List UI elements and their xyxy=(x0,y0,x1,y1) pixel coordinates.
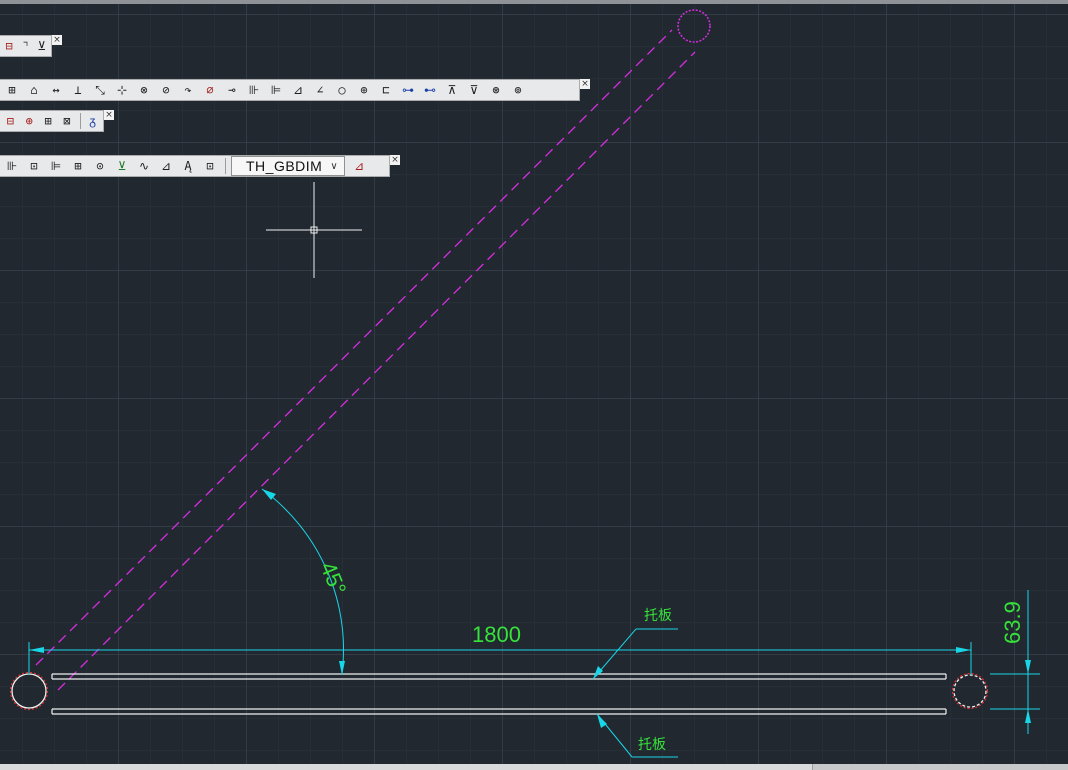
toolbar-3-button-2[interactable]: ⊕ xyxy=(21,112,38,130)
toolbar-3: ⊟ ⊕ ⊞ ⊠ ᵹ × xyxy=(0,110,114,132)
leader-bottom-text: 托板 xyxy=(638,737,666,753)
toolbar-4-button-11[interactable]: ⊿ xyxy=(349,157,369,175)
chevron-down-icon[interactable]: ∨ xyxy=(330,161,338,172)
left-end-circle[interactable] xyxy=(9,671,49,711)
toolbar-3-button-1[interactable]: ⊟ xyxy=(2,112,19,130)
toolbar-2-button-2[interactable]: ⌂ xyxy=(24,81,44,99)
toolbar-2-button-12[interactable]: ⊪ xyxy=(244,81,264,99)
crosshair-cursor xyxy=(266,182,362,278)
toolbar-3-button-4[interactable]: ⊠ xyxy=(58,112,75,130)
diagonal-pipe[interactable] xyxy=(35,29,696,691)
angle-dimension-text: 45° xyxy=(315,558,351,598)
support-plate[interactable] xyxy=(51,673,947,715)
toolbar-2-button-16[interactable]: ○ xyxy=(332,81,352,99)
toolbar-2-button-14[interactable]: ⊿ xyxy=(288,81,308,99)
diagonal-pipe-edge-lower[interactable] xyxy=(57,51,696,691)
toolbar-2-button-23[interactable]: ⊛ xyxy=(486,81,506,99)
toolbar-2-button-24[interactable]: ⊚ xyxy=(508,81,528,99)
dim-style-select-value: TH_GBDIM xyxy=(246,158,323,174)
toolbar-2-button-20[interactable]: ⊷ xyxy=(420,81,440,99)
toolbar-3-separator xyxy=(80,113,82,129)
toolbar-4-button-8[interactable]: ⊿ xyxy=(156,157,176,175)
toolbar-2-button-10[interactable]: ⌀ xyxy=(200,81,220,99)
toolbar-4-close-icon[interactable]: × xyxy=(390,155,400,165)
leader-top[interactable] xyxy=(592,628,678,680)
toolbar-2-button-17[interactable]: ⊕ xyxy=(354,81,374,99)
toolbar-1-button-2[interactable]: ⌝ xyxy=(18,37,32,55)
length-dimension-text: 1800 xyxy=(472,622,521,647)
leader-top-text: 托板 xyxy=(644,608,672,624)
toolbar-2: ⊞ ⌂ ↔ ⊥ ⤡ ⊹ ⊗ ⊘ ↷ ⌀ ⊸ ⊪ ⊫ ⊿ ∠ ○ ⊕ ⊏ ⊶ ⊷ … xyxy=(0,79,590,101)
toolbar-2-button-13[interactable]: ⊫ xyxy=(266,81,286,99)
toolbar-2-button-11[interactable]: ⊸ xyxy=(222,81,242,99)
dim-style-select[interactable]: TH_GBDIM ∨ xyxy=(231,156,346,176)
diagonal-pipe-edge-upper[interactable] xyxy=(35,29,673,666)
toolbar-2-button-15[interactable]: ∠ xyxy=(310,81,330,99)
toolbar-2-button-5[interactable]: ⤡ xyxy=(90,81,110,99)
toolbar-4-button-4[interactable]: ⊞ xyxy=(68,157,88,175)
toolbar-2-button-22[interactable]: ⊽ xyxy=(464,81,484,99)
toolbar-3-close-icon[interactable]: × xyxy=(104,110,114,120)
toolbar-4-button-5[interactable]: ⊙ xyxy=(90,157,110,175)
toolbar-4-separator xyxy=(225,158,226,174)
toolbar-4-button-6[interactable]: ⊻ xyxy=(112,157,132,175)
toolbar-2-button-4[interactable]: ⊥ xyxy=(68,81,88,99)
toolbar-4-button-1[interactable]: ⊪ xyxy=(2,157,22,175)
toolbar-1-button-1[interactable]: ⊟ xyxy=(2,37,16,55)
toolbar-2-button-7[interactable]: ⊗ xyxy=(134,81,154,99)
toolbar-2-button-21[interactable]: ⊼ xyxy=(442,81,462,99)
toolbar-2-button-18[interactable]: ⊏ xyxy=(376,81,396,99)
toolbar-4-button-3[interactable]: ⊫ xyxy=(46,157,66,175)
toolbar-2-button-1[interactable]: ⊞ xyxy=(2,81,22,99)
toolbar-2-button-8[interactable]: ⊘ xyxy=(156,81,176,99)
toolbar-2-button-6[interactable]: ⊹ xyxy=(112,81,132,99)
toolbar-4-button-2[interactable]: ⊡ xyxy=(24,157,44,175)
width-dimension-text: 63.9 xyxy=(1000,601,1025,644)
toolbar-4-button-10[interactable]: ⊡ xyxy=(200,157,220,175)
toolbar-1: ⊟ ⌝ ⊻ × xyxy=(0,35,62,57)
right-end-circle[interactable] xyxy=(951,672,989,710)
toolbar-1-close-icon[interactable]: × xyxy=(52,35,62,45)
toolbar-4-button-9[interactable]: Ą xyxy=(178,157,198,175)
cad-drawing[interactable]: 1800 63.9 45° 托板 托板 xyxy=(0,0,1068,770)
toolbar-2-button-3[interactable]: ↔ xyxy=(46,81,66,99)
toolbar-4-button-7[interactable]: ∿ xyxy=(134,157,154,175)
toolbar-3-button-3[interactable]: ⊞ xyxy=(40,112,57,130)
toolbar-1-button-3[interactable]: ⊻ xyxy=(35,37,49,55)
toolbar-4: ⊪ ⊡ ⊫ ⊞ ⊙ ⊻ ∿ ⊿ Ą ⊡ TH_GBDIM ∨ ⊿ × xyxy=(0,155,400,177)
pipe-end-circle-top[interactable] xyxy=(677,9,711,43)
toolbar-3-button-5[interactable]: ᵹ xyxy=(84,112,101,130)
toolbar-2-close-icon[interactable]: × xyxy=(580,79,590,89)
toolbar-2-button-9[interactable]: ↷ xyxy=(178,81,198,99)
toolbar-2-button-19[interactable]: ⊶ xyxy=(398,81,418,99)
